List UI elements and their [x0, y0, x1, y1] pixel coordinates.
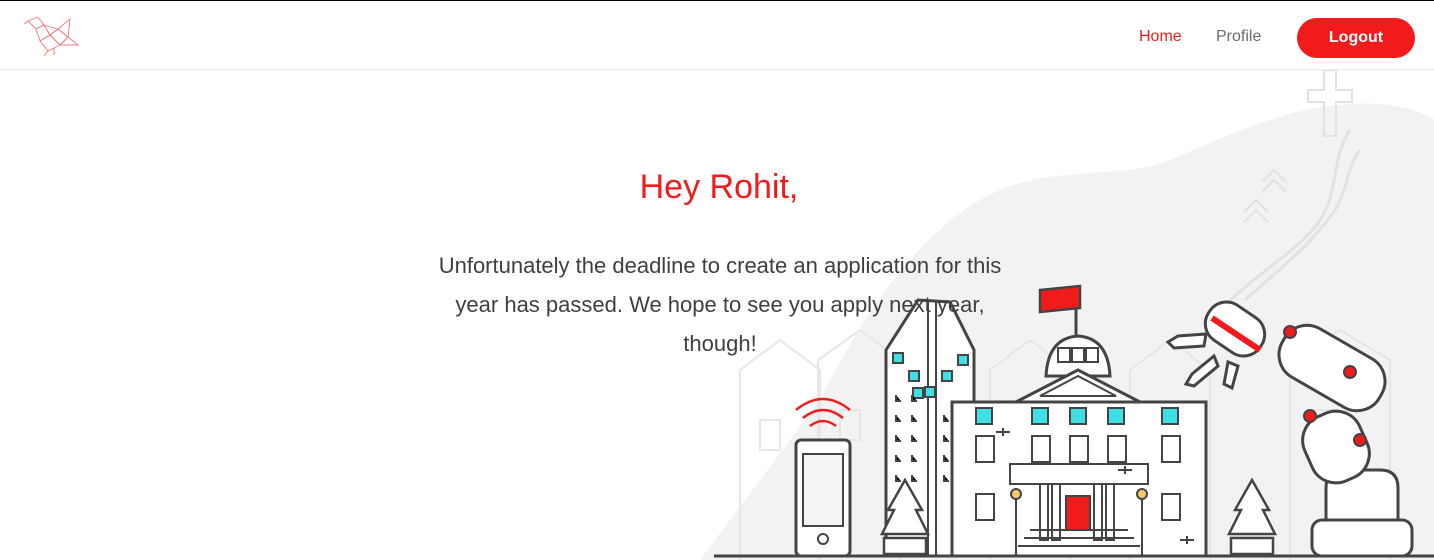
navbar: Home Profile Logout — [0, 1, 1434, 70]
greeting-heading: Hey Rohit, — [639, 168, 799, 206]
main-content: Hey Rohit, Unfortunately the deadline to… — [0, 70, 1434, 560]
logout-button[interactable]: Logout — [1297, 18, 1415, 58]
nav-profile-link[interactable]: Profile — [1216, 28, 1261, 46]
bird-logo-icon[interactable] — [24, 15, 80, 57]
nav-home-link[interactable]: Home — [1139, 28, 1182, 46]
deadline-message: Unfortunately the deadline to create an … — [438, 253, 1002, 356]
